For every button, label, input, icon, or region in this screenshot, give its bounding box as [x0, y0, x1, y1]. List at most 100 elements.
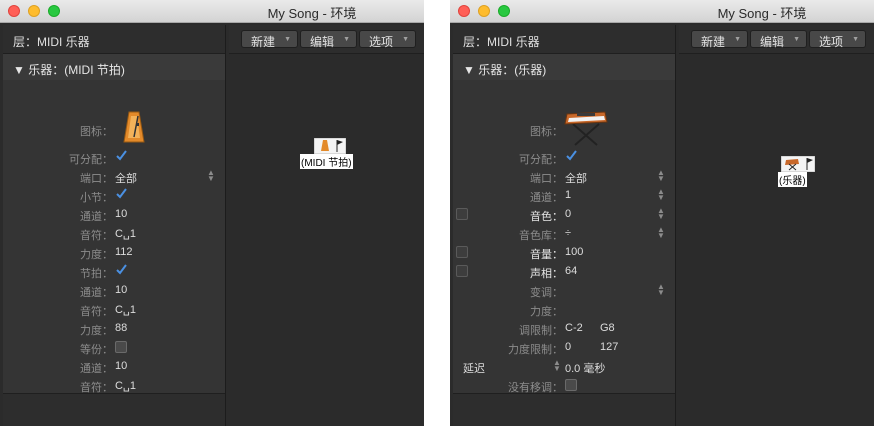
layer-selector[interactable]: 层：MIDI 乐器: [453, 25, 675, 54]
environment-window-instrument: My Song - 环境 层：MIDI 乐器 ▼ 乐器：(乐器) 图标： 可分配…: [450, 0, 874, 426]
checkmark-icon[interactable]: [566, 150, 577, 161]
parameter-value-max[interactable]: 127: [600, 341, 618, 353]
parameter-label: 声相：: [530, 268, 563, 280]
parameter-value[interactable]: C␣1: [115, 227, 136, 240]
parameter-value-max[interactable]: G8: [600, 322, 615, 334]
inspector-panel: 层：MIDI 乐器 ▼ 乐器：(乐器) 图标： 可分配： 端口： 全部 ▲ ▼ 通道： 1 ▲…: [453, 25, 676, 426]
stepper-arrows-icon[interactable]: ▲▼: [657, 226, 665, 240]
parameter-value[interactable]: 0: [565, 341, 571, 353]
parameter-row: 变调： ▲ ▼: [453, 281, 675, 300]
metronome-object-icon: [314, 138, 346, 154]
parameter-row: 力度限制： 0 127: [453, 338, 675, 357]
stepper-arrows-icon[interactable]: ▲▼: [207, 169, 215, 183]
keyboard-synth-icon[interactable]: [563, 108, 609, 146]
inspector-footer: [3, 393, 225, 426]
parameter-label: 通道：: [80, 287, 113, 299]
parameter-label: 力度限制：: [508, 344, 563, 356]
parameter-value[interactable]: 100: [565, 246, 583, 258]
parameter-enable-checkbox[interactable]: [456, 246, 468, 258]
minimize-button[interactable]: [478, 5, 490, 17]
stepper-arrows-icon[interactable]: ▲▼: [553, 359, 561, 373]
title-bar[interactable]: My Song - 环境: [0, 0, 424, 23]
parameter-label: 端口：: [80, 173, 113, 185]
edit-menu[interactable]: 编辑 ▼: [300, 30, 357, 49]
instrument-object-icon: [781, 156, 815, 172]
parameter-value[interactable]: 10: [115, 208, 127, 220]
parameter-row: 小节：: [3, 186, 225, 205]
parameter-row: 通道： 10: [3, 357, 225, 376]
parameter-label: 小节：: [80, 192, 113, 204]
close-button[interactable]: [8, 5, 20, 17]
layer-label: 层：MIDI 乐器: [463, 35, 540, 49]
stepper-arrows-icon[interactable]: ▲▼: [657, 283, 665, 297]
icon-label: 图标：: [530, 126, 563, 138]
parameter-enable-checkbox[interactable]: [456, 265, 468, 277]
parameter-value[interactable]: 10: [115, 360, 127, 372]
parameter-enable-checkbox[interactable]: [456, 208, 468, 220]
environment-canvas[interactable]: (乐器): [679, 54, 874, 426]
new-menu[interactable]: 新建 ▼: [241, 30, 298, 49]
parameter-row: 通道： 10: [3, 205, 225, 224]
parameter-row: 音符： C␣1: [3, 300, 225, 319]
parameter-value[interactable]: 全部: [565, 170, 587, 186]
parameter-value[interactable]: C␣1: [115, 303, 136, 316]
layer-selector[interactable]: 层：MIDI 乐器: [3, 25, 225, 54]
zoom-button[interactable]: [498, 5, 510, 17]
parameter-value[interactable]: 0.0 毫秒: [565, 360, 605, 376]
close-button[interactable]: [458, 5, 470, 17]
toolbar: 新建 ▼ 编辑 ▼ 选项 ▼: [679, 25, 874, 54]
parameter-label: 音符：: [80, 230, 113, 242]
window-title: My Song - 环境: [717, 6, 807, 21]
parameter-row: 延迟 ▲ ▼ 0.0 毫秒: [453, 357, 675, 376]
parameter-label: 可分配：: [69, 154, 113, 166]
environment-canvas[interactable]: (MIDI 节拍): [229, 54, 424, 426]
parameter-value[interactable]: 112: [115, 246, 133, 258]
parameter-row: 可分配：: [3, 148, 225, 167]
layer-label: 层：MIDI 乐器: [13, 35, 90, 49]
instrument-section-header[interactable]: ▼ 乐器：(乐器): [463, 61, 546, 78]
parameter-row: 端口： 全部 ▲ ▼: [453, 167, 675, 186]
title-bar[interactable]: My Song - 环境: [450, 0, 874, 23]
parameter-value[interactable]: ÷: [565, 227, 571, 239]
parameter-value[interactable]: C-2: [565, 322, 583, 334]
stepper-arrows-icon[interactable]: ▲▼: [657, 188, 665, 202]
new-menu[interactable]: 新建 ▼: [691, 30, 748, 49]
instrument-section-header[interactable]: ▼ 乐器：(MIDI 节拍): [13, 61, 125, 78]
parameter-value[interactable]: 64: [565, 265, 577, 277]
parameter-value[interactable]: 全部: [115, 170, 137, 186]
minimize-button[interactable]: [28, 5, 40, 17]
parameter-row: 端口： 全部 ▲ ▼: [3, 167, 225, 186]
parameter-row: 音量： 100: [453, 243, 675, 262]
checkmark-icon[interactable]: [116, 264, 127, 275]
checkmark-icon[interactable]: [116, 150, 127, 161]
parameter-value[interactable]: 88: [115, 322, 127, 334]
parameter-row: 声相： 64: [453, 262, 675, 281]
options-menu[interactable]: 选项 ▼: [359, 30, 416, 49]
parameter-value[interactable]: C␣1: [115, 379, 136, 392]
parameter-row: 音色库： ÷ ▲ ▼: [453, 224, 675, 243]
parameter-checkbox[interactable]: [115, 341, 127, 353]
parameter-value[interactable]: 10: [115, 284, 127, 296]
parameter-label: 音色：: [530, 211, 563, 223]
parameter-label: 可分配：: [519, 154, 563, 166]
parameter-value[interactable]: 1: [565, 189, 571, 201]
edit-menu[interactable]: 编辑 ▼: [750, 30, 807, 49]
parameter-label: 音量：: [530, 249, 563, 261]
parameter-label: 变调：: [530, 287, 563, 299]
zoom-button[interactable]: [48, 5, 60, 17]
parameter-label: 等份：: [80, 344, 113, 356]
stepper-arrows-icon[interactable]: ▲▼: [657, 169, 665, 183]
parameter-left-label: 延迟: [463, 363, 485, 375]
parameter-value[interactable]: 0: [565, 208, 571, 220]
parameter-row: 调限制： C-2 G8: [453, 319, 675, 338]
parameter-row: 力度： 112: [3, 243, 225, 262]
options-menu[interactable]: 选项 ▼: [809, 30, 866, 49]
stepper-arrows-icon[interactable]: ▲▼: [657, 207, 665, 221]
metronome-icon[interactable]: [123, 110, 145, 144]
parameter-checkbox[interactable]: [565, 379, 577, 391]
parameter-label: 通道：: [80, 363, 113, 375]
object-label: (乐器): [778, 172, 807, 187]
parameter-label: 调限制：: [519, 325, 563, 337]
icon-label: 图标：: [80, 126, 113, 138]
checkmark-icon[interactable]: [116, 188, 127, 199]
